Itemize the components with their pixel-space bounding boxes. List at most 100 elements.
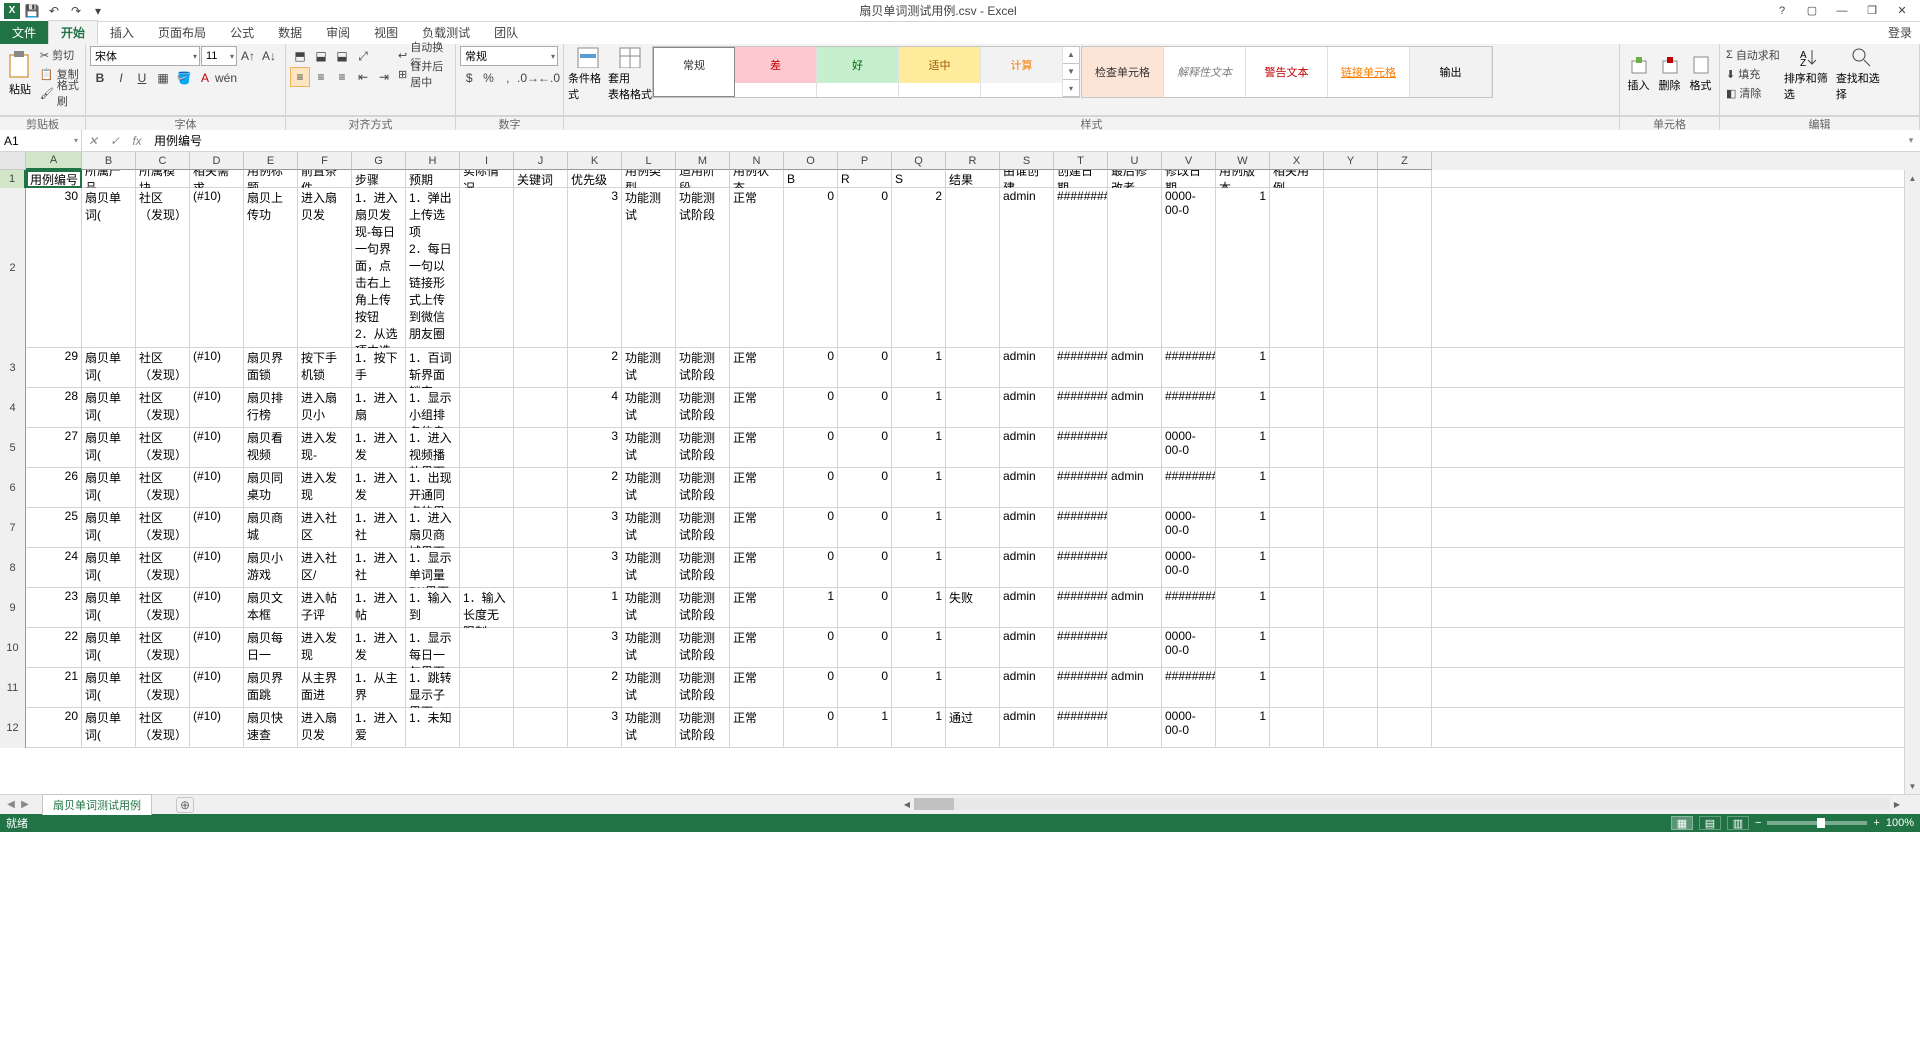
col-header-H[interactable]: H	[406, 152, 460, 170]
cell[interactable]: 修改日期	[1162, 170, 1216, 188]
col-header-X[interactable]: X	[1270, 152, 1324, 170]
cell[interactable]: 扇贝界面锁	[244, 348, 298, 388]
cell[interactable]: 步骤	[352, 170, 406, 188]
tab-view[interactable]: 视图	[362, 21, 410, 44]
cell[interactable]: 扇贝排行榜	[244, 388, 298, 428]
cell[interactable]: 扇贝单词(	[82, 668, 136, 708]
cell[interactable]: 正常	[730, 668, 784, 708]
cell[interactable]: 功能测试阶段	[676, 708, 730, 748]
cell[interactable]: 扇贝上传功	[244, 188, 298, 348]
cut-button[interactable]: ✂剪切	[38, 46, 81, 64]
cell[interactable]	[514, 188, 568, 348]
cell[interactable]: ########	[1054, 708, 1108, 748]
cell[interactable]: 3	[568, 428, 622, 468]
row-header[interactable]: 2	[0, 188, 26, 348]
cell[interactable]: 社区（发现）	[136, 708, 190, 748]
cell[interactable]: 28	[26, 388, 82, 428]
cell[interactable]: 1	[568, 588, 622, 628]
cell[interactable]: 0	[784, 388, 838, 428]
col-header-Y[interactable]: Y	[1324, 152, 1378, 170]
cell[interactable]: 2	[568, 348, 622, 388]
cell[interactable]: 3	[568, 188, 622, 348]
cell[interactable]	[1108, 708, 1162, 748]
cell[interactable]: 1．出现开通同桌的界面	[406, 468, 460, 508]
cell[interactable]	[1324, 628, 1378, 668]
cell[interactable]: ########	[1054, 188, 1108, 348]
orientation-button[interactable]: ⤢	[353, 46, 373, 66]
zoom-out-button[interactable]: −	[1755, 817, 1761, 829]
align-left-button[interactable]: ≡	[290, 67, 310, 87]
cell[interactable]	[1378, 668, 1432, 708]
font-size-combo[interactable]: 11	[201, 46, 237, 66]
cell[interactable]: 扇贝单词(	[82, 708, 136, 748]
cell[interactable]	[1378, 468, 1432, 508]
select-all-corner[interactable]	[0, 152, 26, 170]
indent-inc-button[interactable]: ⇥	[374, 67, 394, 87]
cell[interactable]	[1378, 548, 1432, 588]
cell[interactable]: 1	[892, 508, 946, 548]
comma-button[interactable]: ,	[499, 68, 517, 88]
cell[interactable]: (#10)	[190, 388, 244, 428]
insert-function-button[interactable]: fx	[126, 130, 148, 151]
view-normal-button[interactable]: ▦	[1671, 816, 1693, 830]
row-header[interactable]: 11	[0, 668, 26, 708]
cell[interactable]: 0	[784, 508, 838, 548]
cell[interactable]	[514, 468, 568, 508]
cell[interactable]	[1324, 708, 1378, 748]
cell-styles-gallery[interactable]: 常规 差 好 适中 计算 ▲▼▾	[652, 46, 1080, 98]
sheet-tab-active[interactable]: 扇贝单词测试用例	[42, 794, 152, 815]
col-header-F[interactable]: F	[298, 152, 352, 170]
new-sheet-button[interactable]: ⊕	[176, 797, 194, 813]
cell[interactable]: 正常	[730, 508, 784, 548]
cell[interactable]: 1．进入帖	[352, 588, 406, 628]
clear-button[interactable]: ◧清除	[1724, 84, 1782, 102]
delete-cells-button[interactable]: 删除	[1655, 46, 1684, 102]
cell[interactable]: 1．进入发	[352, 468, 406, 508]
cell[interactable]: ########	[1054, 388, 1108, 428]
cell[interactable]: ########	[1054, 428, 1108, 468]
tab-review[interactable]: 审阅	[314, 21, 362, 44]
cell[interactable]: admin	[1000, 388, 1054, 428]
row-header[interactable]: 1	[0, 170, 26, 188]
cell[interactable]: 功能测试阶段	[676, 548, 730, 588]
cell[interactable]: 功能测试	[622, 668, 676, 708]
cell[interactable]: (#10)	[190, 588, 244, 628]
cell[interactable]	[514, 388, 568, 428]
cell[interactable]: 功能测试阶段	[676, 468, 730, 508]
cell[interactable]: 1．进入扇贝商城界面	[406, 508, 460, 548]
cell[interactable]	[1324, 188, 1378, 348]
qat-save[interactable]: 💾	[22, 2, 42, 20]
col-header-E[interactable]: E	[244, 152, 298, 170]
fill-button[interactable]: ⬇填充	[1724, 65, 1782, 83]
cell[interactable]: 功能测试阶段	[676, 348, 730, 388]
cell[interactable]: 1	[892, 468, 946, 508]
cell[interactable]: 0	[784, 468, 838, 508]
cell[interactable]	[1270, 708, 1324, 748]
cell[interactable]: 正常	[730, 548, 784, 588]
restore-button[interactable]: ❐	[1858, 2, 1886, 20]
cell[interactable]: admin	[1000, 188, 1054, 348]
cell[interactable]: 0	[838, 508, 892, 548]
conditional-format-button[interactable]: 条件格式	[568, 46, 608, 102]
tab-home[interactable]: 开始	[48, 20, 98, 44]
cell[interactable]	[1378, 628, 1432, 668]
cell[interactable]: 进入扇贝发	[298, 188, 352, 348]
sign-in[interactable]: 登录	[1888, 24, 1912, 41]
cell[interactable]	[460, 348, 514, 388]
cell[interactable]	[460, 668, 514, 708]
cell[interactable]: 功能测试阶段	[676, 668, 730, 708]
cell[interactable]: 0000-00-0	[1162, 508, 1216, 548]
style-calc[interactable]: 计算	[981, 47, 1062, 83]
inc-decimal-button[interactable]: .0→	[518, 68, 538, 88]
cell[interactable]: 1．输入长度无限制，	[460, 588, 514, 628]
cell[interactable]	[946, 548, 1000, 588]
cell[interactable]: 0	[784, 348, 838, 388]
col-header-T[interactable]: T	[1054, 152, 1108, 170]
cell[interactable]: 扇贝快速查	[244, 708, 298, 748]
cell[interactable]: 1	[1216, 588, 1270, 628]
cell[interactable]	[460, 428, 514, 468]
cell[interactable]	[460, 468, 514, 508]
col-header-B[interactable]: B	[82, 152, 136, 170]
cell[interactable]	[1324, 170, 1378, 188]
cell[interactable]	[514, 428, 568, 468]
